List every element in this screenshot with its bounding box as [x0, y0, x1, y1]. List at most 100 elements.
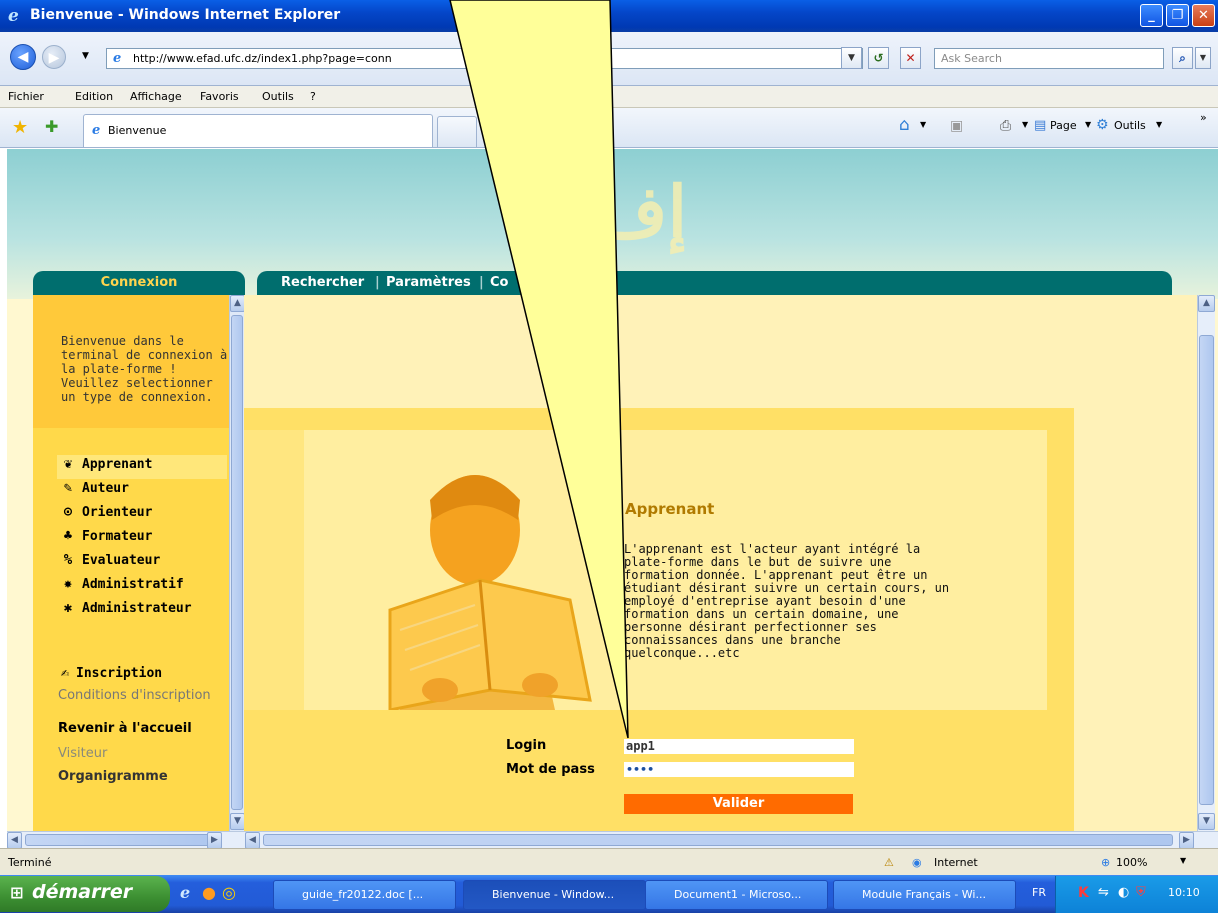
role-administratif[interactable]: ✸ Administratif	[58, 576, 184, 592]
inscription-link[interactable]: ✍ Inscription	[58, 665, 162, 681]
search-input[interactable]: Ask Search	[941, 52, 1002, 65]
language-indicator[interactable]: FR	[1032, 886, 1046, 899]
page-menu[interactable]: Page	[1050, 119, 1077, 132]
system-tray: K ⇋ ◐ ⛨ 10:10	[1055, 876, 1218, 913]
network-icon[interactable]: ⇋	[1098, 885, 1109, 900]
menu-view[interactable]: Affichage	[130, 90, 182, 103]
left-hscroll-thumb[interactable]	[25, 834, 215, 846]
status-text: Terminé	[8, 856, 52, 869]
evaluator-icon: %	[63, 552, 73, 568]
role-label: Apprenant	[82, 456, 153, 472]
main-scroll-left-icon[interactable]: ◀	[245, 832, 260, 849]
quicklaunch-app-icon[interactable]: ◎	[222, 883, 236, 902]
add-favorite-icon[interactable]: ✚	[45, 117, 58, 136]
address-dropdown-button[interactable]: ▼	[841, 47, 862, 69]
login-input[interactable]: app1	[624, 739, 854, 754]
nav-params-link[interactable]: Paramètres	[386, 275, 471, 290]
print-icon[interactable]: ⎙	[1000, 118, 1011, 134]
home-link[interactable]: Revenir à l'accueil	[58, 721, 192, 736]
feeds-icon[interactable]: ▣	[950, 118, 963, 134]
window-title: Bienvenue - Windows Internet Explorer	[30, 7, 341, 23]
visitor-link[interactable]: Visiteur	[58, 746, 107, 761]
nav-co-link[interactable]: Co	[490, 275, 508, 290]
quicklaunch-ie-icon[interactable]: e	[180, 883, 190, 902]
role-evaluateur[interactable]: % Evaluateur	[58, 552, 161, 568]
org-link[interactable]: Organigramme	[58, 769, 168, 784]
author-icon: ✎	[63, 480, 73, 496]
scroll-thumb[interactable]	[231, 315, 243, 810]
page-scroll-thumb[interactable]	[1199, 335, 1214, 805]
home-icon[interactable]: ⌂	[899, 115, 910, 135]
new-tab-button[interactable]	[437, 116, 477, 147]
password-input[interactable]: ••••	[624, 762, 854, 777]
print-dropdown-icon[interactable]: ▼	[1022, 120, 1028, 129]
start-button[interactable]: ⊞ démarrer	[0, 876, 170, 912]
address-input[interactable]: http://www.efad.ufc.dz/index1.php?page=c…	[133, 52, 392, 65]
horizontal-scrollbar[interactable]: ◀ ▶ ◀ ▶	[7, 831, 1218, 849]
refresh-button[interactable]: ↺	[868, 47, 889, 69]
search-icon[interactable]: ⌕	[1172, 47, 1193, 69]
zoom-dropdown-icon[interactable]: ▼	[1180, 856, 1186, 865]
zoom-level[interactable]: 100%	[1116, 856, 1147, 869]
scroll-right-icon[interactable]: ▶	[1179, 832, 1194, 849]
main-hscroll-thumb[interactable]	[263, 834, 1173, 846]
scroll-left-icon[interactable]: ◀	[7, 832, 22, 849]
menu-edit[interactable]: Edition	[75, 90, 113, 103]
home-dropdown-icon[interactable]: ▼	[920, 120, 926, 129]
menu-favorites[interactable]: Favoris	[200, 90, 239, 103]
search-box[interactable]: Ask Search	[934, 48, 1164, 69]
back-button[interactable]: ◀	[10, 44, 36, 70]
task-guide-doc[interactable]: guide_fr20122.doc [...	[273, 880, 456, 910]
task-bienvenue[interactable]: Bienvenue - Window...	[463, 880, 646, 910]
left-panel-scrollbar[interactable]: ▲ ▼	[229, 295, 245, 831]
chevron-more-icon[interactable]: »	[1200, 111, 1207, 124]
forward-button[interactable]: ▶	[42, 45, 66, 69]
inscription-label: Inscription	[76, 665, 163, 681]
left-scroll-right-icon[interactable]: ▶	[207, 832, 222, 849]
role-formateur[interactable]: ♣ Formateur	[58, 528, 153, 544]
page-scroll-down-icon[interactable]: ▼	[1198, 813, 1215, 830]
tools-menu[interactable]: Outils	[1114, 119, 1146, 132]
stop-button[interactable]: ✕	[900, 47, 921, 69]
scroll-up-icon[interactable]: ▲	[230, 295, 245, 312]
role-apprenant[interactable]: ❦ Apprenant	[58, 456, 153, 472]
security-icon[interactable]: ⛨	[1136, 885, 1146, 900]
maximize-button[interactable]: ❐	[1166, 4, 1189, 27]
task-module-francais[interactable]: Module Français - Wi...	[833, 880, 1016, 910]
role-orienteur[interactable]: ⊙ Orienteur	[58, 504, 153, 520]
quicklaunch-firefox-icon[interactable]: ●	[202, 883, 216, 902]
clock: 10:10	[1168, 886, 1200, 899]
conditions-link[interactable]: Conditions d'inscription	[58, 688, 211, 703]
page-menu-icon[interactable]: ▤	[1034, 118, 1046, 133]
address-bar[interactable]: e http://www.efad.ufc.dz/index1.php?page…	[106, 48, 863, 69]
page-scroll-up-icon[interactable]: ▲	[1198, 295, 1215, 312]
window-titlebar[interactable]: e Bienvenue - Windows Internet Explorer …	[0, 0, 1218, 32]
favorites-star-icon[interactable]: ★	[12, 117, 28, 138]
role-administrateur[interactable]: ✱ Administrateur	[58, 600, 192, 616]
tab-bienvenue[interactable]: e Bienvenue	[83, 114, 433, 147]
minimize-button[interactable]: _	[1140, 4, 1163, 27]
submit-button[interactable]: Valider	[624, 794, 853, 814]
gear-icon[interactable]: ⚙	[1096, 117, 1109, 133]
volume-icon[interactable]: ◐	[1118, 885, 1129, 900]
close-button[interactable]: ✕	[1192, 4, 1215, 27]
site-nav: Rechercher | Paramètres | Co	[257, 271, 1172, 295]
task-document1[interactable]: Document1 - Microso...	[645, 880, 828, 910]
role-label: Evaluateur	[82, 552, 161, 568]
menu-file[interactable]: Fichier	[8, 90, 44, 103]
menu-help[interactable]: ?	[310, 90, 316, 103]
page-scrollbar[interactable]: ▲ ▼	[1197, 295, 1215, 831]
nav-search-link[interactable]: Rechercher	[281, 275, 364, 290]
password-label: Mot de pass	[506, 762, 595, 777]
zoom-icon[interactable]: ⊕	[1101, 856, 1110, 869]
connexion-tab[interactable]: Connexion	[33, 271, 245, 295]
search-options-icon[interactable]: ▼	[1195, 47, 1211, 69]
role-auteur[interactable]: ✎ Auteur	[58, 480, 129, 496]
scroll-down-icon[interactable]: ▼	[230, 813, 245, 830]
task-label: Module Français - Wi...	[862, 888, 986, 901]
security-lock-icon[interactable]: ⚠	[884, 856, 894, 869]
menu-tools[interactable]: Outils	[262, 90, 294, 103]
antivirus-icon[interactable]: K	[1078, 885, 1089, 901]
site-logo-sub: تكـــو	[570, 235, 611, 256]
history-dropdown-icon[interactable]: ▼	[82, 51, 89, 61]
